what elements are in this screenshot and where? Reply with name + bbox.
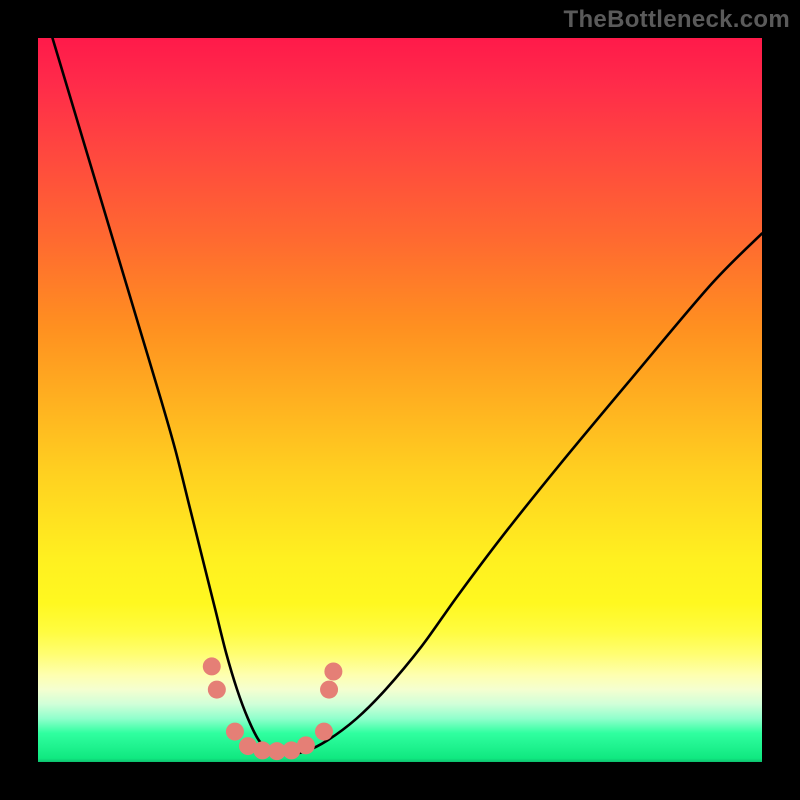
marker-dot	[320, 681, 338, 699]
marker-dot	[226, 723, 244, 741]
plot-area	[38, 38, 762, 762]
curve-markers	[38, 38, 762, 762]
marker-dot	[297, 736, 315, 754]
marker-dot	[324, 663, 342, 681]
chart-frame: TheBottleneck.com	[0, 0, 800, 800]
marker-dot	[315, 723, 333, 741]
marker-dot	[203, 657, 221, 675]
marker-dot	[208, 681, 226, 699]
watermark-text: TheBottleneck.com	[564, 6, 790, 34]
